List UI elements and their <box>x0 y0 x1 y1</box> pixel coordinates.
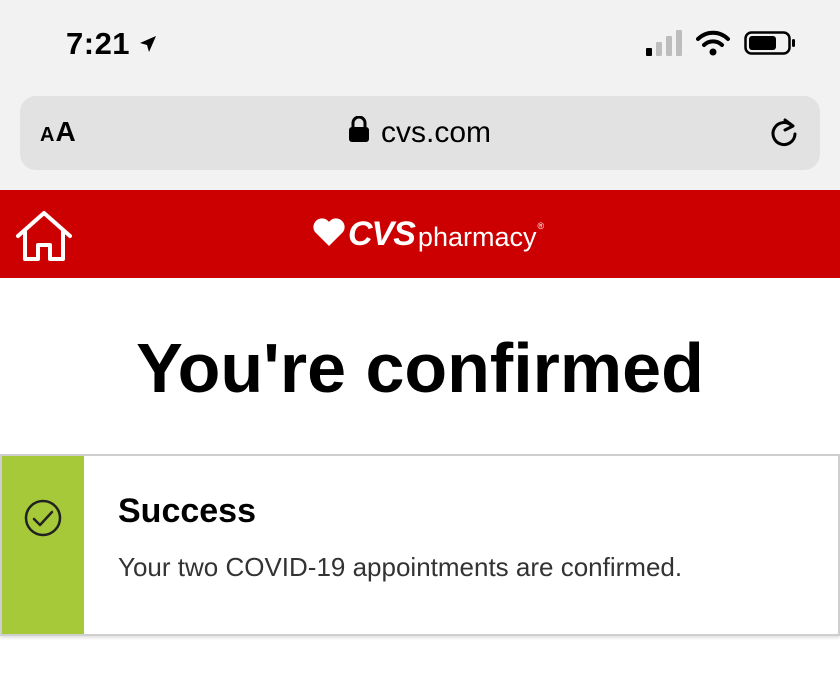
logo-brand-text: CVS <box>348 214 416 253</box>
alert-title: Success <box>118 492 256 530</box>
reload-icon[interactable] <box>766 116 802 152</box>
address-bar[interactable]: AA cvs.com <box>20 96 820 170</box>
status-time: 7:21 <box>66 26 158 62</box>
cvs-pharmacy-logo[interactable]: CVS pharmacy ® <box>312 214 544 254</box>
lock-icon <box>348 115 369 150</box>
page-title: You're confirmed <box>136 329 704 407</box>
cellular-signal-icon <box>646 29 682 61</box>
battery-icon <box>744 30 796 61</box>
check-circle-icon <box>23 498 63 543</box>
cvs-header: CVS pharmacy ® <box>0 190 840 278</box>
time-text: 7:21 <box>66 26 131 61</box>
wifi-icon <box>696 30 730 61</box>
location-arrow-icon <box>138 34 158 54</box>
status-icons <box>646 29 796 61</box>
alert-accent-bar <box>2 456 84 634</box>
url-display[interactable]: cvs.com <box>20 114 820 152</box>
success-alert: Success Your two COVID-19 appointments a… <box>0 454 840 636</box>
alert-message: Your two COVID-19 appointments are confi… <box>118 552 683 582</box>
status-bar: 7:21 A A cvs.com <box>0 0 840 190</box>
logo-registered-mark: ® <box>537 221 545 231</box>
heart-icon <box>312 217 346 252</box>
url-text: cvs.com <box>380 116 491 149</box>
home-icon[interactable] <box>14 210 74 262</box>
logo-pharmacy-text: pharmacy <box>417 221 537 252</box>
